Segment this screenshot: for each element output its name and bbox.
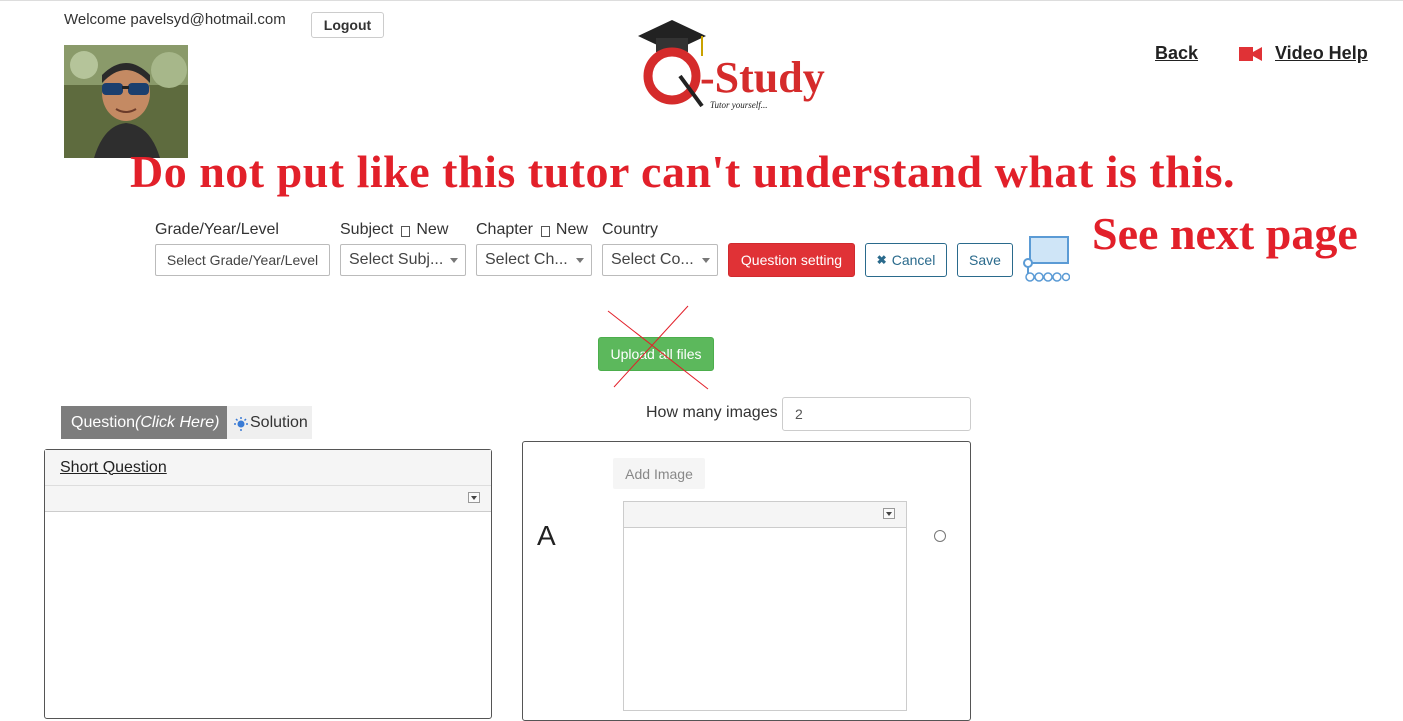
save-button[interactable]: Save (957, 243, 1013, 277)
country-select[interactable]: Select Co... (602, 244, 718, 276)
editor-toolbar (45, 486, 491, 512)
tab-solution[interactable]: Solution (227, 406, 312, 439)
question-editor-area[interactable] (45, 512, 491, 712)
chapter-new-link[interactable]: New (556, 221, 588, 239)
annotation-main: Do not put like this tutor can't underst… (130, 146, 1236, 197)
tab-question-hint: (Click Here) (135, 413, 220, 431)
answer-radio[interactable] (934, 530, 946, 542)
document-icon (401, 225, 411, 237)
answer-editor-area[interactable] (624, 528, 906, 708)
editor-toolbar (624, 502, 906, 528)
video-help-label: Video Help (1275, 43, 1368, 63)
qstudy-logo: -Study Tutor yourself... (630, 14, 860, 114)
chapter-label-group: Chapter New (476, 221, 588, 239)
tab-solution-label: Solution (250, 413, 308, 431)
question-setting-button[interactable]: Question setting (728, 243, 855, 277)
top-divider (0, 0, 1403, 1)
chapter-select-value: Select Ch... (485, 251, 568, 268)
images-count-label: How many images (646, 404, 778, 421)
country-label: Country (602, 221, 659, 238)
grade-select-value: Select Grade/Year/Level (166, 252, 319, 268)
subject-new-link[interactable]: New (416, 221, 448, 239)
subject-select[interactable]: Select Subj... (340, 244, 466, 276)
chapter-select[interactable]: Select Ch... (476, 244, 592, 276)
chevron-down-icon (450, 258, 458, 263)
subject-label-group: Subject New (340, 221, 448, 239)
tab-question-label: Question (71, 413, 136, 431)
tab-question[interactable]: Question (Click Here) (61, 406, 227, 439)
grade-select[interactable]: Select Grade/Year/Level (155, 244, 330, 276)
avatar (64, 45, 188, 158)
chapter-label: Chapter (476, 221, 533, 238)
logout-button[interactable]: Logout (311, 12, 384, 38)
subject-select-value: Select Subj... (349, 251, 444, 268)
add-image-button[interactable]: Add Image (613, 458, 705, 489)
chevron-down-icon (702, 258, 710, 263)
grade-label: Grade/Year/Level (155, 221, 279, 238)
logo-tagline: Tutor yourself... (710, 100, 768, 110)
diagram-icon[interactable] (1022, 235, 1071, 283)
welcome-text: Welcome pavelsyd@hotmail.com (64, 11, 286, 28)
close-icon: ✖ (876, 253, 887, 267)
subject-label: Subject (340, 221, 394, 238)
toolbar-toggle-button[interactable] (883, 508, 895, 519)
cancel-label: Cancel (891, 252, 936, 268)
answer-editor (623, 501, 907, 711)
video-help-link[interactable]: Video Help (1237, 43, 1368, 64)
document-icon (540, 225, 550, 237)
option-letter: A (537, 520, 556, 551)
short-question-panel: Short Question (44, 449, 492, 719)
gear-icon (234, 416, 248, 431)
back-link[interactable]: Back (1155, 43, 1198, 64)
chevron-down-icon (576, 258, 584, 263)
video-camera-icon (1239, 46, 1262, 61)
logo-text: -Study (700, 53, 825, 102)
short-question-title[interactable]: Short Question (45, 450, 491, 486)
images-count-input[interactable]: 2 (782, 397, 971, 431)
country-select-value: Select Co... (611, 251, 694, 268)
toolbar-toggle-button[interactable] (468, 492, 480, 503)
cross-out-mark (607, 305, 709, 390)
annotation-secondary: See next page (1092, 208, 1358, 259)
cancel-button[interactable]: ✖ Cancel (865, 243, 947, 277)
